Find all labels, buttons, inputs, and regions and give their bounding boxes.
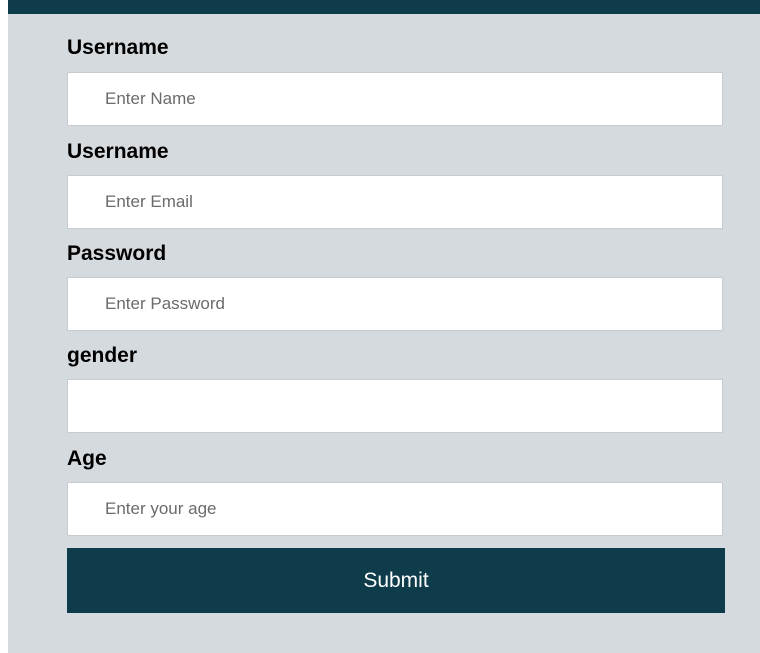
- password-label: Password: [67, 242, 167, 265]
- age-label: Age: [67, 447, 107, 470]
- email-label: Username: [67, 140, 169, 163]
- name-label: Username: [67, 36, 169, 59]
- gender-label: gender: [67, 344, 138, 367]
- gender-input[interactable]: [67, 379, 723, 433]
- registration-form: Username Username Password gender Age Su…: [8, 0, 760, 653]
- age-input[interactable]: [67, 482, 723, 536]
- name-input[interactable]: [67, 72, 723, 126]
- email-input[interactable]: [67, 175, 723, 229]
- password-input[interactable]: [67, 277, 723, 331]
- submit-button[interactable]: Submit: [67, 548, 725, 613]
